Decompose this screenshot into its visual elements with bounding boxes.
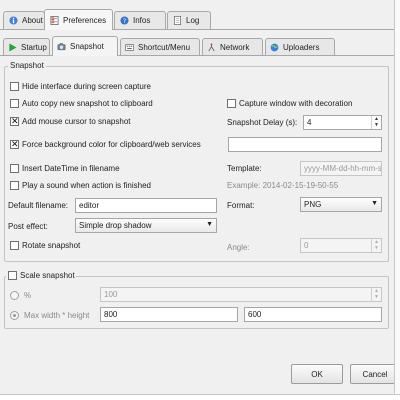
snapshot-delay-value: 4 [307, 118, 312, 127]
window-right-edge [394, 0, 400, 400]
percent-label: % [24, 291, 32, 300]
play-sound-label: Play a sound when action is finished [22, 181, 151, 190]
max-height-value: 600 [248, 310, 262, 319]
tab-preferences-label: Preferences [63, 15, 107, 25]
tab-log[interactable]: Log [167, 11, 211, 29]
tab-snapshot-label: Snapshot [70, 42, 104, 51]
tab-network[interactable]: Network [202, 38, 263, 55]
info-icon [9, 16, 18, 25]
hide-interface-checkbox[interactable] [10, 82, 19, 91]
insert-datetime-checkbox[interactable] [10, 164, 19, 173]
format-label: Format: [227, 201, 255, 210]
chevron-down-icon: ▼ [206, 221, 213, 228]
rotate-snapshot-label: Rotate snapshot [22, 241, 81, 250]
add-mouse-cursor-label: Add mouse cursor to snapshot [22, 117, 131, 126]
tab-snapshot[interactable]: Snapshot [52, 36, 118, 56]
capture-decoration-checkbox[interactable] [227, 99, 236, 108]
tab-shortcut-menu[interactable]: Shortcut/Menu [120, 38, 200, 55]
percent-radio[interactable] [10, 291, 19, 300]
tab-infos[interactable]: ? Infos [114, 11, 166, 29]
log-icon [173, 16, 182, 25]
snapshot-delay-label: Snapshot Delay (s): [227, 118, 298, 127]
svg-text:?: ? [123, 18, 126, 25]
default-filename-value: editor [79, 201, 100, 210]
preferences-icon [50, 15, 59, 25]
max-height-input[interactable]: 600 [244, 307, 382, 322]
uploaders-icon [270, 43, 279, 51]
snapshot-delay-spinbox[interactable]: 4 ▲ ▼ [303, 115, 382, 130]
template-input[interactable]: yyyy-MM-dd-hh-mm-ss [300, 161, 382, 176]
post-effect-value: Simple drop shadow [79, 221, 152, 230]
window-bottom-edge [0, 394, 400, 400]
camera-icon [57, 43, 66, 51]
rotate-snapshot-checkbox[interactable] [10, 241, 19, 250]
angle-value: 0 [304, 241, 309, 250]
default-filename-input[interactable]: editor [75, 198, 217, 213]
angle-label: Angle: [227, 243, 250, 252]
tab-shortcut-menu-label: Shortcut/Menu [138, 42, 191, 52]
tab-startup-label: Startup [21, 42, 47, 52]
format-value: PNG [304, 200, 322, 209]
cancel-button[interactable]: Cancel [350, 364, 400, 384]
angle-spin-arrows[interactable]: ▲ ▼ [371, 239, 381, 252]
shortcut-icon [125, 43, 134, 51]
format-select[interactable]: PNG ▼ [300, 197, 382, 212]
preferences-window: About Preferences ? Infos Log Startup Sn… [0, 0, 400, 400]
scale-snapshot-checkbox[interactable] [8, 271, 17, 280]
auto-copy-label: Auto copy new snapshot to clipboard [22, 99, 153, 108]
tab-uploaders[interactable]: Uploaders [265, 38, 335, 55]
tab-preferences[interactable]: Preferences [44, 9, 113, 30]
scale-snapshot-header: Scale snapshot [6, 270, 76, 281]
tab-log-label: Log [186, 16, 200, 25]
network-icon [208, 42, 215, 51]
capture-decoration-label: Capture window with decoration [239, 99, 353, 108]
play-sound-checkbox[interactable] [10, 181, 19, 190]
snapshot-group-title: Snapshot [8, 61, 46, 70]
max-width-input[interactable]: 800 [100, 307, 238, 322]
max-size-label: Max width * height [24, 311, 90, 320]
play-icon [9, 42, 17, 52]
template-example: Example: 2014-02-15-19-50-55 [227, 181, 339, 190]
max-size-radio[interactable] [10, 311, 19, 320]
max-width-value: 800 [104, 310, 118, 319]
percent-value: 100 [104, 290, 118, 299]
chevron-down-icon: ▼ [371, 200, 378, 207]
tab-about[interactable]: About [3, 11, 45, 29]
template-placeholder: yyyy-MM-dd-hh-mm-ss [304, 164, 382, 173]
percent-spinbox[interactable]: 100 ▲ ▼ [100, 287, 382, 302]
tab-infos-label: Infos [133, 16, 151, 25]
tab-network-label: Network [220, 42, 250, 52]
template-label: Template: [227, 164, 262, 173]
post-effect-select[interactable]: Simple drop shadow ▼ [75, 218, 217, 233]
tab-uploaders-label: Uploaders [283, 42, 320, 52]
angle-spinbox[interactable]: 0 ▲ ▼ [300, 238, 382, 253]
post-effect-label: Post effect: [8, 222, 48, 231]
percent-spin-arrows[interactable]: ▲ ▼ [371, 288, 381, 301]
scale-snapshot-label: Scale snapshot [20, 271, 75, 280]
tab-about-label: About [22, 16, 43, 25]
snapshot-delay-spin-arrows[interactable]: ▲ ▼ [371, 116, 381, 129]
insert-datetime-label: Insert DateTime in filename [22, 164, 120, 173]
auto-copy-checkbox[interactable] [10, 99, 19, 108]
force-background-label: Force background color for clipboard/web… [22, 140, 201, 149]
hide-interface-label: Hide interface during screen capture [22, 82, 151, 91]
default-filename-label: Default filename: [8, 201, 69, 210]
force-background-checkbox[interactable]: ✕ [10, 140, 19, 149]
add-mouse-cursor-checkbox[interactable]: ✕ [10, 117, 19, 126]
ok-button[interactable]: OK [291, 364, 343, 384]
tab-startup[interactable]: Startup [3, 38, 50, 55]
question-icon: ? [120, 16, 129, 25]
background-color-field[interactable] [228, 137, 382, 152]
